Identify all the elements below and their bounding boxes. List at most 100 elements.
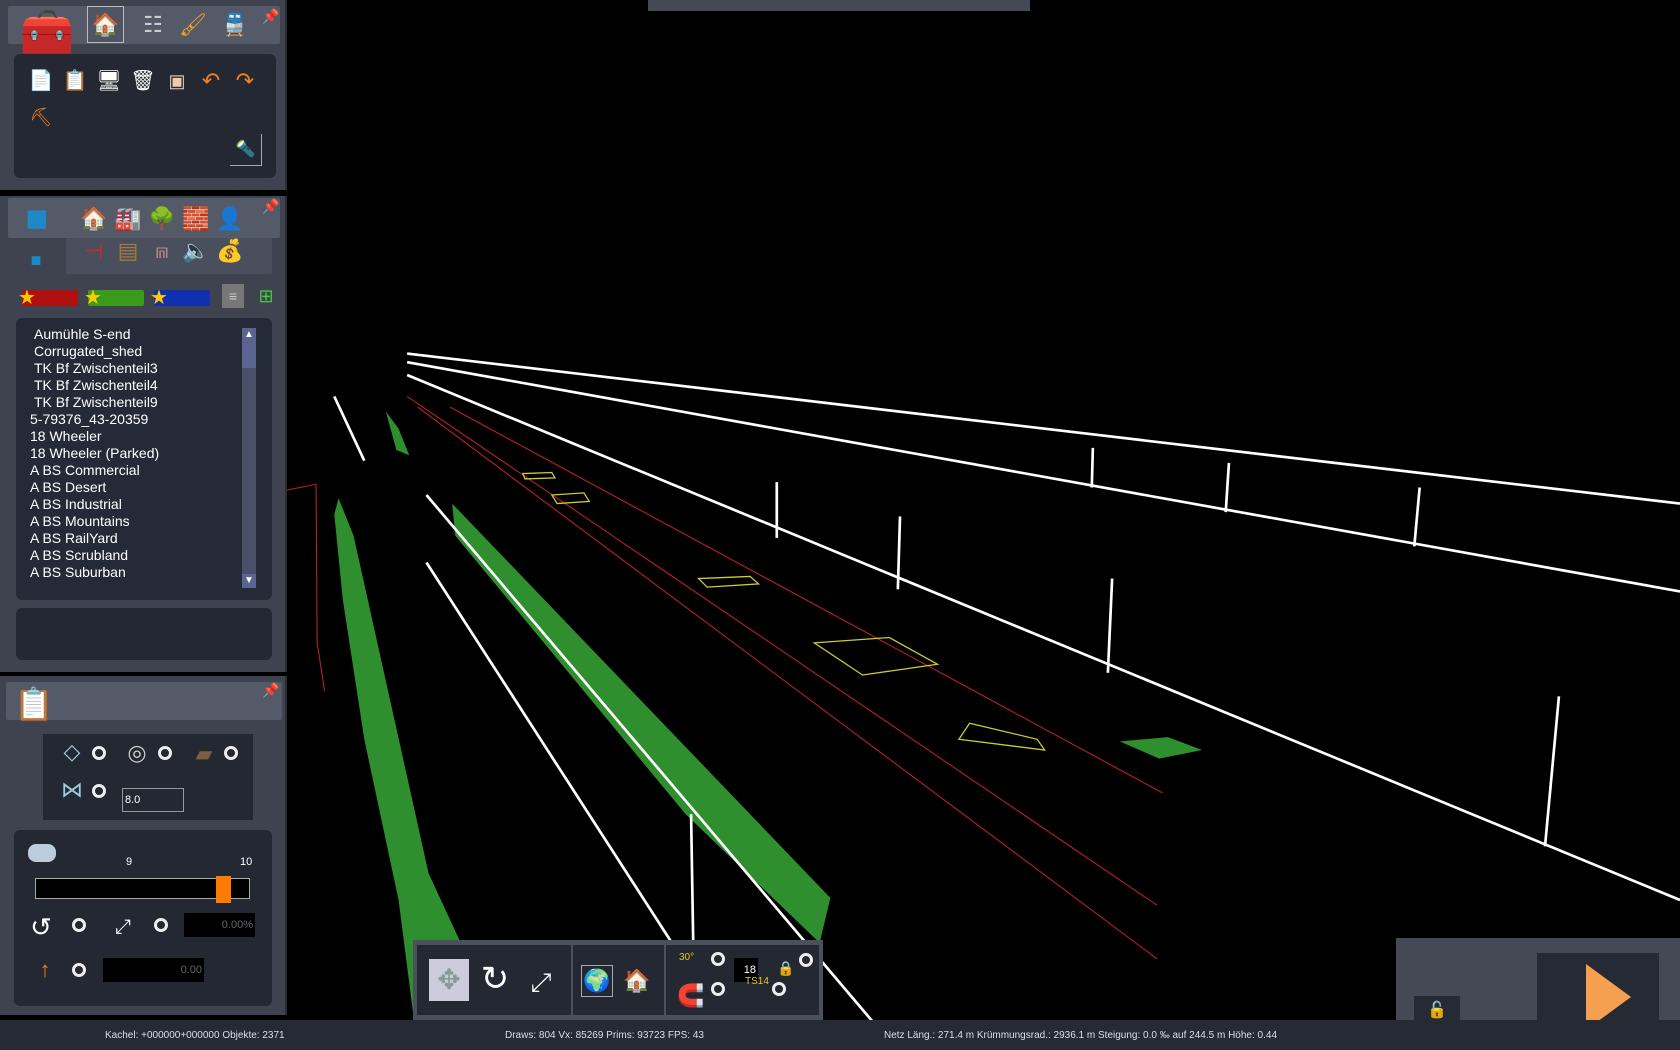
- rotate-camera-icon[interactable]: ↻: [477, 959, 513, 999]
- list-item[interactable]: TK Bf Zwischenteil3: [30, 360, 159, 377]
- list-view-icon[interactable]: ≡: [222, 284, 244, 308]
- play-button[interactable]: [1537, 953, 1659, 1030]
- grid-view-icon[interactable]: ⊞: [254, 284, 278, 308]
- ts-radio[interactable]: [772, 982, 786, 996]
- play-area: 🔓: [1396, 938, 1680, 1030]
- slider-thumb[interactable]: [216, 876, 232, 903]
- magnet-radio[interactable]: [711, 982, 725, 996]
- object-cube-icon[interactable]: ■: [14, 196, 60, 242]
- tree-icon[interactable]: 🌳: [147, 204, 177, 234]
- scale-auto-icon: ⤢: [115, 916, 131, 938]
- wall-icon[interactable]: 🧱: [181, 204, 211, 234]
- list-item[interactable]: A BS Industrial: [30, 496, 159, 513]
- scroll-up-button[interactable]: ▲: [242, 328, 256, 342]
- camera-toolbar: ✥ ↻ ⤢ 🌍 🏠 30° 18 🔒 🧲 TS14: [413, 940, 823, 1020]
- home-icon[interactable]: 🏠: [87, 6, 124, 43]
- list-item[interactable]: 18 Wheeler: [30, 428, 159, 445]
- properties-panel: 📋 📌 ◇ ◎ ▰ ⋈ 9 10 ↺ ⤢ 0.00% ↑ 0.00: [0, 676, 287, 1015]
- trash-icon[interactable]: 🗑: [128, 66, 158, 96]
- slider-track[interactable]: [35, 876, 250, 903]
- road-icon: ▰: [195, 741, 213, 766]
- list-item[interactable]: TK Bf Zwischenteil4: [30, 377, 159, 394]
- toolbox-panel: 🧰 🏠 ☷ 🖌 🚆 📌 📄 📋 🖥 🗑 ▣ ↶ ↷ ⛏ 🔦: [0, 0, 287, 190]
- favorite-red-button[interactable]: ★: [18, 287, 78, 309]
- list-item[interactable]: A BS Desert: [30, 479, 159, 496]
- list-item[interactable]: 5-79376_43-20359: [30, 411, 159, 428]
- status-bar: Kachel: +000000+000000 Objekte: 2371 Dra…: [0, 1020, 1680, 1050]
- rotate-auto-icon: ↺: [30, 912, 52, 942]
- grid-plane-icon: ⋈: [61, 777, 83, 802]
- scroll-thumb[interactable]: [242, 342, 256, 368]
- track-icon[interactable]: ☷: [136, 8, 170, 42]
- pin-icon[interactable]: 📌: [262, 682, 279, 699]
- favorite-green-button[interactable]: ★: [84, 287, 144, 309]
- magnet-icon: 🧲: [677, 983, 705, 1008]
- redo-icon[interactable]: ↷: [230, 66, 260, 96]
- slider-max-label: 10: [240, 856, 253, 868]
- render-status: Draws: 804 Vx: 85269 Prims: 93723 FPS: 4…: [505, 1030, 704, 1041]
- list-item[interactable]: A BS Commercial: [30, 462, 159, 479]
- object-list[interactable]: Aumühle S-end Corrugated_shed TK Bf Zwis…: [16, 318, 272, 600]
- angle-radio[interactable]: [711, 952, 725, 966]
- scroll-down-button[interactable]: ▼: [242, 574, 256, 588]
- copy-icon[interactable]: 📄: [26, 66, 56, 96]
- angle-label: 30°: [679, 952, 695, 963]
- track-tool-icon[interactable]: ⛏: [26, 102, 56, 132]
- fullscreen-icon[interactable]: ✥: [429, 959, 469, 1001]
- bridge-icon[interactable]: ⩎: [147, 236, 177, 266]
- factory-icon[interactable]: 🏭: [113, 204, 143, 234]
- plane-icon: ◇: [63, 739, 81, 764]
- favorite-blue-button[interactable]: ★: [150, 287, 210, 309]
- plane-radio[interactable]: [92, 746, 106, 760]
- height-value-field[interactable]: 0.00: [103, 958, 204, 982]
- undo-icon[interactable]: ↶: [196, 66, 226, 96]
- resize-icon[interactable]: ⤢: [523, 964, 559, 1000]
- train-icon[interactable]: 🚆: [218, 8, 252, 42]
- height-auto-radio[interactable]: [72, 963, 86, 977]
- rotate-auto-radio[interactable]: [72, 918, 86, 932]
- scale-value-field[interactable]: 0.00%: [184, 913, 255, 937]
- wall-outlines: [333, 352, 1680, 1030]
- slider-min-label: 9: [126, 856, 133, 868]
- person-icon[interactable]: 👤: [215, 204, 245, 234]
- top-drawer-handle[interactable]: [648, 0, 1030, 11]
- list-item[interactable]: 18 Wheeler (Parked): [30, 445, 159, 462]
- target-icon: ◎: [127, 740, 147, 765]
- pin-icon[interactable]: 📌: [262, 198, 279, 215]
- list-item[interactable]: A BS Mountains: [30, 513, 159, 530]
- tile-status: Kachel: +000000+000000 Objekte: 2371: [105, 1030, 285, 1041]
- signal-icon[interactable]: ⊣: [79, 236, 109, 266]
- list-item[interactable]: TK Bf Zwischenteil9: [30, 394, 159, 411]
- bench-icon[interactable]: ▤: [113, 236, 143, 266]
- brush-icon[interactable]: 🖌: [176, 8, 210, 42]
- list-item[interactable]: A BS Suburban: [30, 564, 159, 581]
- pin-icon[interactable]: 📌: [262, 8, 279, 25]
- road-radio[interactable]: [224, 746, 238, 760]
- list-item[interactable]: Aumühle S-end: [30, 326, 159, 343]
- paste-icon[interactable]: 📋: [60, 66, 90, 96]
- mouse-lock-radio[interactable]: [799, 953, 813, 967]
- grid-radio[interactable]: [92, 784, 106, 798]
- home-view-icon[interactable]: 🏠: [621, 965, 653, 997]
- toggle-icon[interactable]: [28, 844, 56, 862]
- spacing-input[interactable]: [122, 788, 184, 812]
- list-item[interactable]: A BS Scrubland: [30, 547, 159, 564]
- scale-auto-radio[interactable]: [154, 918, 168, 932]
- speaker-icon[interactable]: 🔈: [181, 236, 211, 266]
- target-radio[interactable]: [158, 746, 172, 760]
- list-item[interactable]: A BS RailYard: [30, 530, 159, 547]
- spotlight-icon[interactable]: 🔦: [230, 134, 262, 166]
- list-scrollbar[interactable]: ▲ ▼: [242, 328, 256, 588]
- measure-icon[interactable]: ▣: [162, 66, 192, 96]
- sack-icon[interactable]: 💰: [215, 236, 245, 266]
- object-preview: [16, 608, 272, 660]
- mouse-lock-icon[interactable]: 🔒: [777, 958, 794, 978]
- list-item[interactable]: Corrugated_shed: [30, 343, 159, 360]
- small-cube-icon[interactable]: ■: [24, 248, 48, 272]
- globe-icon[interactable]: 🌍: [581, 965, 613, 997]
- properties-icon: 📋: [14, 686, 54, 722]
- monitor-icon[interactable]: 🖥: [94, 66, 124, 96]
- house-icon[interactable]: 🏠: [79, 204, 109, 234]
- network-status: Netz Läng.: 271.4 m Krümmungsrad.: 2936.…: [884, 1030, 1278, 1041]
- ts-label: TS14: [745, 976, 769, 987]
